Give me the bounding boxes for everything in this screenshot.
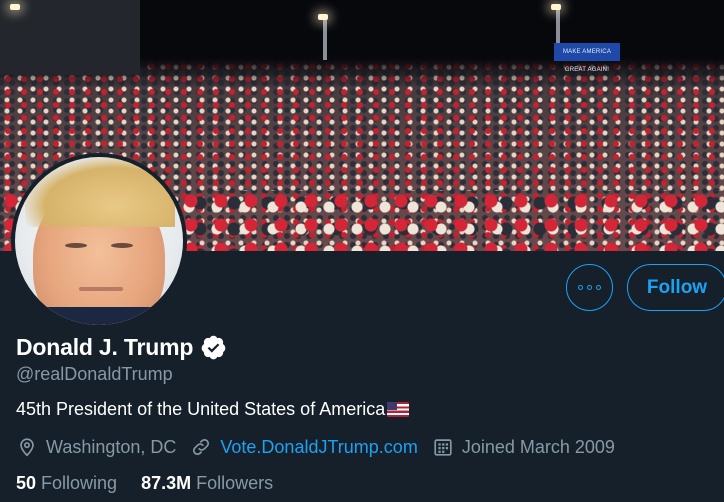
profile-meta: Washington, DC Vote.DonaldJTrump.com Joi… [16,436,629,458]
location-pin-icon [20,438,34,457]
banner-rally-screen: MAKE AMERICA GREAT AGAIN! [554,43,620,73]
profile-website[interactable]: Vote.DonaldJTrump.com [190,436,418,458]
avatar-mouth [79,287,123,291]
us-flag-icon [387,402,410,417]
banner-stadium-light [551,4,561,10]
profile-stats: 50 Following 87.3M Followers [16,473,297,494]
banner-stadium-light [10,4,20,10]
banner-structure [0,0,140,75]
profile-joined-text: Joined March 2009 [461,436,615,457]
avatar-suit [15,307,183,325]
following-link[interactable]: 50 Following [16,473,117,494]
banner-stadium-light [318,14,328,20]
avatar[interactable] [11,153,187,329]
followers-count: 87.3M [141,473,192,493]
profile-website-link[interactable]: Vote.DonaldJTrump.com [220,437,417,458]
following-label: Following [41,473,118,493]
profile-joined: Joined March 2009 [432,436,615,458]
calendar-icon [434,439,452,456]
profile-handle: @realDonaldTrump [16,364,173,384]
followers-label: Followers [196,473,274,493]
verified-badge-icon [201,335,226,360]
link-icon [193,438,210,456]
profile-bio-text: 45th President of the United States of A… [16,399,386,419]
avatar-photo [15,157,183,325]
more-options-icon [578,285,601,290]
profile-location-text: Washington, DC [46,436,177,457]
avatar-eye [65,243,87,248]
profile-bio: 45th President of the United States of A… [16,399,410,420]
profile-name-row: Donald J. Trump [16,334,227,361]
banner-light-pole [323,18,327,60]
avatar-eye [111,243,133,248]
followers-link[interactable]: 87.3M Followers [141,473,273,494]
more-options-button[interactable] [566,264,613,311]
follow-button[interactable]: Follow [627,264,724,311]
following-count: 50 [16,473,37,493]
profile-name: Donald J. Trump [16,334,194,360]
profile-location: Washington, DC [16,436,176,458]
banner-light-pole [556,6,560,46]
avatar-hair [25,157,175,227]
